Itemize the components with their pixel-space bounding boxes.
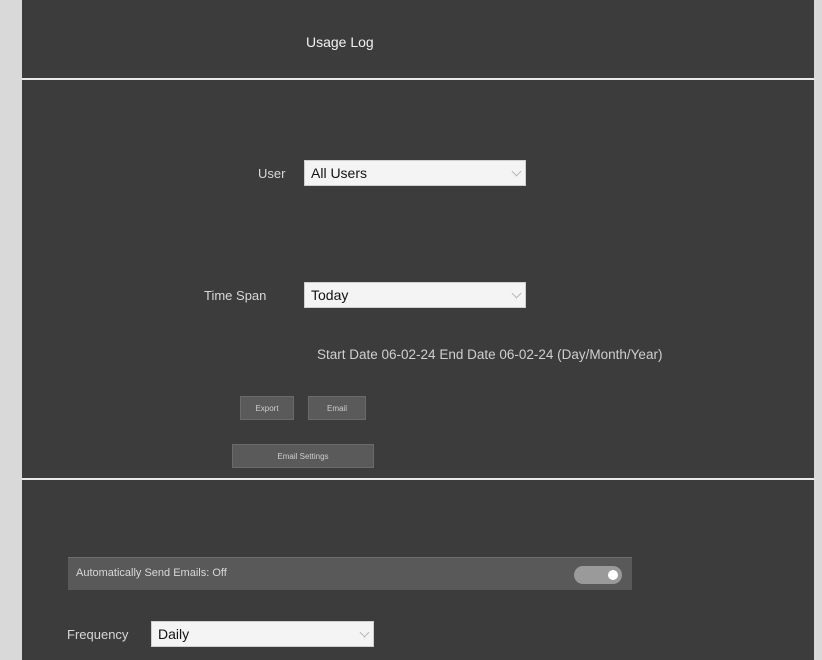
timespan-select-value: Today — [311, 287, 349, 303]
chevron-down-icon — [511, 166, 522, 177]
user-select-value: All Users — [311, 165, 368, 181]
user-label: User — [258, 166, 286, 181]
email-button[interactable]: Email — [308, 396, 366, 420]
toggle-knob — [608, 570, 618, 580]
header-bar: Usage Log — [22, 0, 814, 78]
header-divider — [22, 78, 814, 80]
auto-email-toggle[interactable] — [574, 566, 622, 584]
date-range-text: Start Date 06-02-24 End Date 06-02-24 (D… — [317, 347, 663, 362]
auto-email-row: Automatically Send Emails: Off — [68, 557, 632, 590]
frequency-select[interactable]: Daily — [151, 621, 374, 647]
chevron-down-icon — [359, 627, 370, 638]
chevron-down-icon — [511, 288, 522, 299]
page-title: Usage Log — [306, 34, 374, 50]
usage-log-panel: Usage Log User All Users Time Span Today… — [22, 0, 814, 660]
timespan-label: Time Span — [204, 288, 267, 303]
export-button[interactable]: Export — [240, 396, 294, 420]
frequency-label: Frequency — [67, 627, 129, 642]
auto-email-label: Automatically Send Emails: Off — [76, 567, 227, 579]
email-settings-button[interactable]: Email Settings — [232, 444, 374, 468]
frequency-select-value: Daily — [158, 626, 190, 642]
section-divider — [22, 478, 814, 480]
timespan-select[interactable]: Today — [304, 282, 526, 308]
user-select[interactable]: All Users — [304, 160, 526, 186]
